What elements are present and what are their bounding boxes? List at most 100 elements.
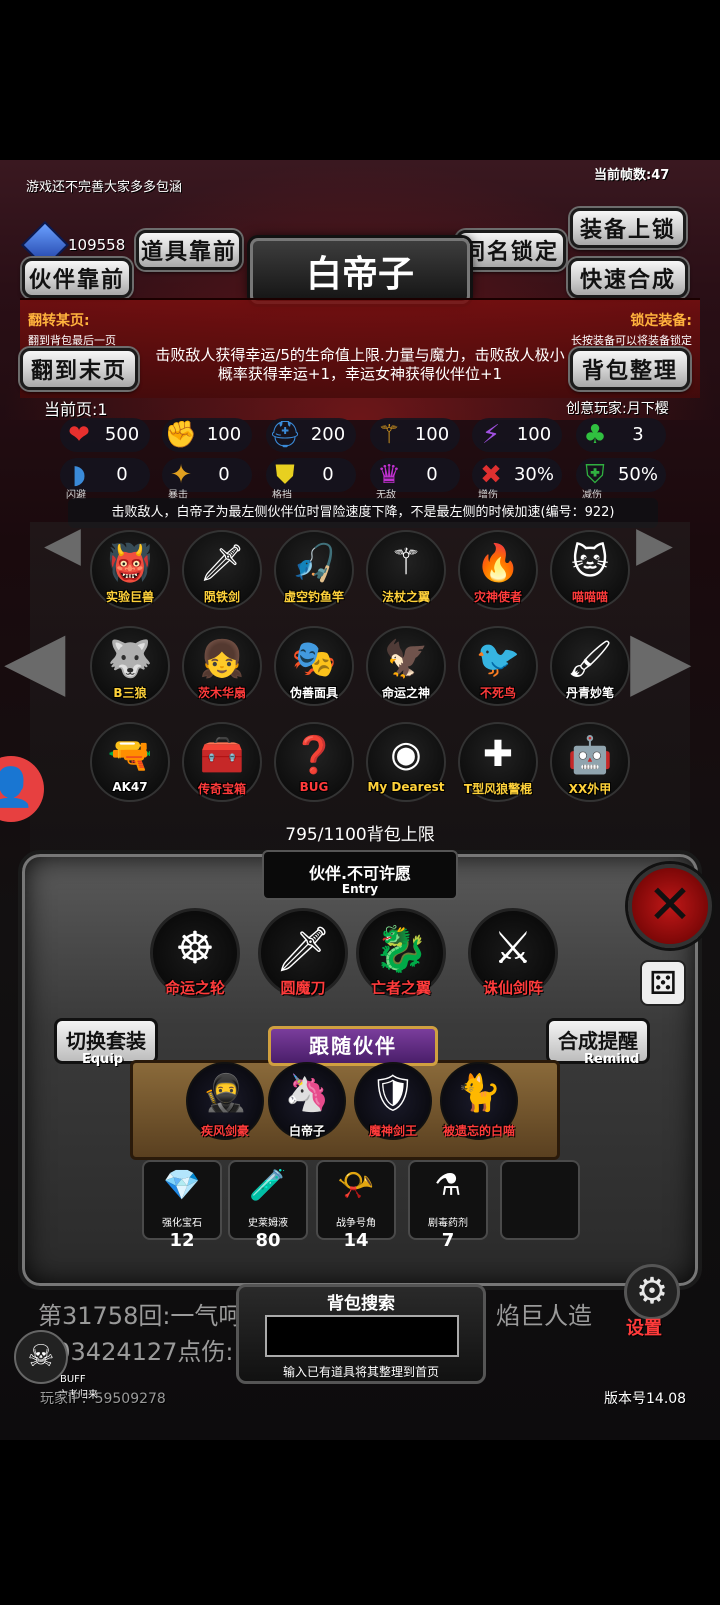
game-screen: 游戏还不完善大家多多包涵 当前帧数:47 109558 道具靠前 伙伴靠前 同名… <box>0 160 720 1440</box>
item-name: B三狼 <box>113 686 147 700</box>
partner-description: 击败敌人获得幸运/5的生命值上限.力量与魔力，击败敌人极小概率获得幸运+1，幸运… <box>155 346 565 383</box>
consumable-name: 战争号角 <box>336 1218 376 1229</box>
equip-lock-button[interactable]: 装备上锁 <box>570 208 686 248</box>
follower-name: 被遗忘的白喵 <box>442 1124 515 1138</box>
entry-title: 伙伴.不可许愿 <box>308 864 412 883</box>
follower-icon: 🦄 <box>284 1073 330 1114</box>
item-icon: 👹 <box>107 543 153 584</box>
stat-9: ♛ 0 无敌 <box>370 458 460 501</box>
item-icon: ⚚ <box>389 542 423 583</box>
stat-value: 0 <box>426 464 438 485</box>
consumable-slot[interactable]: ⚗ 剧毒药剂 <box>408 1160 488 1240</box>
prev-page-small-icon[interactable]: ◀ <box>44 520 81 568</box>
bottom-letterbox <box>0 1440 720 1605</box>
lock-title: 锁定装备: <box>630 313 692 329</box>
follower-slot[interactable]: 🐈 被遗忘的白喵 <box>440 1062 518 1140</box>
inventory-item[interactable]: 👹 实验巨兽 <box>90 530 170 610</box>
follower-name: 白帝子 <box>288 1124 325 1138</box>
empty-slot[interactable] <box>500 1160 580 1240</box>
stat-11: ⛨ 50% 减伤 <box>576 458 666 501</box>
stat-0: ❤ 500 <box>60 418 150 452</box>
consumable-count: 12 <box>169 1230 195 1251</box>
version-label: 版本号14.08 <box>604 1391 687 1407</box>
inventory-item[interactable]: 👧 茨木华扇 <box>182 626 262 706</box>
item-icon: 👧 <box>199 639 245 680</box>
stat-value: 50% <box>617 464 658 485</box>
gear-icon[interactable]: ⚙ <box>624 1264 680 1320</box>
equip-slot[interactable]: 🐉 亡者之翼 <box>356 908 446 998</box>
inventory-item[interactable]: 🐦 不死鸟 <box>458 626 538 706</box>
follower-icon: 🐈 <box>456 1073 502 1114</box>
item-front-button[interactable]: 道具靠前 <box>136 230 242 270</box>
item-icon: 🖌 <box>567 639 613 680</box>
flip-last-page-button[interactable]: 翻到末页 <box>20 348 138 390</box>
equip-icon: ☸ <box>175 923 215 974</box>
stat-3: ⚚ 100 <box>370 418 460 452</box>
stat-5: ♣ 3 <box>576 418 666 452</box>
stat-value: 500 <box>104 424 140 445</box>
staff-icon: ⚚ <box>377 420 401 450</box>
close-icon[interactable]: ✕ <box>628 864 712 948</box>
dice-icon[interactable]: ⚄ <box>640 960 686 1006</box>
next-page-small-icon[interactable]: ▶ <box>636 520 673 568</box>
item-icon: 🎣 <box>291 543 337 584</box>
equip-name: 圆魔刀 <box>280 979 326 997</box>
item-icon: 🗡 <box>199 543 245 584</box>
item-name: 不死鸟 <box>479 686 516 700</box>
search-hint: 输入已有道具将其整理到首页 <box>282 1365 439 1379</box>
follower-slot[interactable]: 🦄 白帝子 <box>268 1062 346 1140</box>
settings-label[interactable]: 设置 <box>626 1314 662 1340</box>
follower-icon: 🥷 <box>202 1073 248 1114</box>
equip-slot[interactable]: ☸ 命运之轮 <box>150 908 240 998</box>
item-name: 传奇宝箱 <box>197 782 246 796</box>
inventory-item[interactable]: 🧰 传奇宝箱 <box>182 722 262 802</box>
item-name: BUG <box>299 780 329 794</box>
helmet-icon: ⛑ <box>268 420 302 450</box>
quick-merge-button[interactable]: 快速合成 <box>568 258 688 298</box>
inventory-item[interactable]: 🖌 丹青妙笔 <box>550 626 630 706</box>
bag-sort-button[interactable]: 背包整理 <box>570 348 690 390</box>
inventory-item[interactable]: ⚚ 法杖之翼 <box>366 530 446 610</box>
fps-counter: 当前帧数:47 <box>594 168 670 183</box>
inventory-item[interactable]: 🐺 B三狼 <box>90 626 170 706</box>
stat-1: ✊ 100 <box>162 418 252 452</box>
inventory-item[interactable]: 🔥 灾神使者 <box>458 530 538 610</box>
entry-subtitle: Entry <box>341 882 379 896</box>
search-input[interactable] <box>265 1315 459 1357</box>
equip-slot[interactable]: 🗡 圆魔刀 <box>258 908 348 998</box>
follow-banner: 跟随伙伴 <box>268 1026 438 1066</box>
inventory-item[interactable]: 🐱 喵喵喵 <box>550 530 630 610</box>
item-name: 伪善面具 <box>289 686 338 700</box>
inventory-item[interactable]: ✚ T型风狼警棍 <box>458 722 538 802</box>
consumable-slot[interactable]: 📯 战争号角 <box>316 1160 396 1240</box>
inventory-item[interactable]: 🎭 伪善面具 <box>274 626 354 706</box>
lock-hint: 长按装备可以将装备锁定 <box>571 334 692 347</box>
partner-front-button[interactable]: 伙伴靠前 <box>22 258 132 298</box>
same-name-lock-button[interactable]: 同名锁定 <box>456 230 566 270</box>
prev-page-icon[interactable]: ◀ <box>4 620 66 700</box>
partner-name-plate: 白帝子 <box>250 238 470 304</box>
equip-slot[interactable]: ⚔ 诛仙剑阵 <box>468 908 558 998</box>
inventory-item[interactable]: ◉ My Dearest <box>366 722 446 802</box>
inventory-item[interactable]: 🤖 XX外甲 <box>550 722 630 802</box>
follower-slot[interactable]: 🥷 疾风剑豪 <box>186 1062 264 1140</box>
consumable-name: 剧毒药剂 <box>428 1218 468 1229</box>
player-ip: 玩家IP：59509278 <box>40 1391 166 1407</box>
item-icon: 🐱 <box>571 542 609 583</box>
inventory-item[interactable]: 🔫 AK47 <box>90 722 170 802</box>
inventory-item[interactable]: ❓ BUG <box>274 722 354 802</box>
equip-name: 诛仙剑阵 <box>482 979 543 997</box>
inventory-item[interactable]: 🦅 命运之神 <box>366 626 446 706</box>
inventory-item[interactable]: 🎣 虚空钓鱼竿 <box>274 530 354 610</box>
heart-icon: ❤ <box>68 420 90 450</box>
inventory-item[interactable]: 🗡 陨铁剑 <box>182 530 262 610</box>
item-icon: 🔫 <box>107 735 153 776</box>
follower-slot[interactable]: 🛡 魔神剑王 <box>354 1062 432 1140</box>
item-name: My Dearest <box>367 780 445 794</box>
consumable-name: 强化宝石 <box>162 1218 202 1229</box>
item-icon: 🦅 <box>383 639 429 680</box>
consumable-name: 史莱姆液 <box>248 1218 288 1229</box>
equip-icon: ⚔ <box>493 923 533 974</box>
consumable-slot[interactable]: 💎 强化宝石 <box>142 1160 222 1240</box>
consumable-slot[interactable]: 🧪 史莱姆液 <box>228 1160 308 1240</box>
